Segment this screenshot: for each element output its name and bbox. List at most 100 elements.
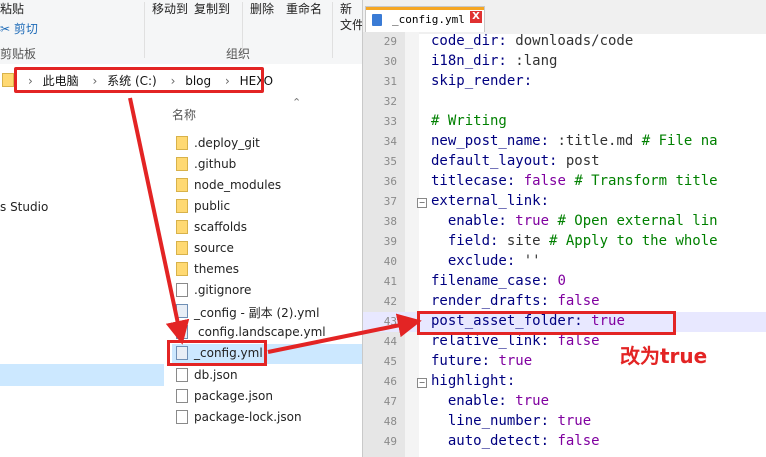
file-icon — [176, 389, 188, 403]
sort-arrow-icon: ⌃ — [292, 96, 302, 109]
move-to-button[interactable]: 移动到 — [152, 0, 188, 17]
code-token-val: '' — [515, 253, 541, 269]
line-number: 41 — [383, 275, 397, 288]
list-item[interactable]: scaffolds — [172, 218, 362, 238]
code-line[interactable]: 39 field: site # Apply to the whole — [363, 232, 766, 252]
code-line[interactable]: 29 code_dir: downloads/code — [363, 32, 766, 52]
code-text: default_layout: post — [431, 153, 600, 169]
list-item[interactable]: db.json — [172, 366, 362, 386]
code-text: field: site # Apply to the whole — [431, 233, 718, 249]
code-token-comment: # Open external lin — [549, 213, 718, 229]
column-header-name[interactable]: 名称 — [172, 106, 196, 123]
cut-label: 剪切 — [13, 22, 38, 36]
folder-icon — [176, 241, 188, 255]
code-token-key: default_layout: — [431, 153, 558, 169]
line-number: 42 — [383, 295, 397, 308]
yml-file-icon — [176, 304, 188, 318]
nav-item-studio[interactable]: s Studio — [0, 200, 48, 214]
address-bar[interactable]: › 此电脑 › 系统 (C:) › blog › HEXO — [0, 64, 362, 97]
code-line[interactable]: 46 − highlight: — [363, 372, 766, 392]
new-file-label-partial: 文件 — [340, 18, 365, 32]
cut-button[interactable]: ✂ 剪切 — [0, 20, 38, 37]
code-token-key: titlecase: — [431, 173, 516, 189]
code-token-bool: true — [557, 413, 592, 429]
explorer-ribbon: 粘贴 ✂ 剪切 剪贴板 移动到 复制到 删除 重命名 新 文件 组织 — [0, 0, 365, 65]
list-item[interactable]: source — [172, 239, 362, 259]
code-line[interactable]: 35 default_layout: post — [363, 152, 766, 172]
ribbon-divider — [144, 2, 145, 58]
tab-config-yml[interactable]: _config.yml X — [365, 6, 485, 32]
code-text: highlight: — [431, 373, 515, 389]
code-token-bool: false — [557, 293, 600, 309]
list-item[interactable]: package-lock.json — [172, 408, 362, 428]
annotation-note: 改为true — [620, 344, 708, 368]
ribbon-divider — [332, 2, 333, 58]
list-item[interactable]: node_modules — [172, 176, 362, 196]
list-item[interactable]: public — [172, 197, 362, 217]
code-line[interactable]: 38 enable: true # Open external lin — [363, 212, 766, 232]
code-text: line_number: true — [431, 413, 591, 429]
code-text: exclude: '' — [431, 253, 541, 269]
code-line[interactable]: 34 new_post_name: :title.md # File na — [363, 132, 766, 152]
copy-to-button[interactable]: 复制到 — [194, 0, 230, 17]
code-token-comment: # Writing — [431, 113, 507, 129]
code-text: code_dir: downloads/code — [431, 33, 633, 49]
list-item[interactable]: themes — [172, 260, 362, 280]
code-line[interactable]: 40 exclude: '' — [363, 252, 766, 272]
file-icon — [176, 283, 188, 297]
code-line[interactable]: 48 line_number: true — [363, 412, 766, 432]
list-item[interactable]: .gitignore — [172, 281, 362, 301]
code-text: relative_link: false — [431, 333, 600, 349]
code-line[interactable]: 47 enable: true — [363, 392, 766, 412]
code-token-val: downloads/code — [506, 33, 634, 49]
code-token-bool: false — [557, 333, 600, 349]
code-token-comment: # File na — [641, 133, 718, 149]
line-number: 40 — [383, 255, 397, 268]
code-token-val: :title.md — [549, 133, 642, 149]
paste-button[interactable]: 粘贴 — [0, 0, 24, 17]
code-line[interactable]: 30 i18n_dir: :lang — [363, 52, 766, 72]
code-token-key: line_number: — [431, 413, 550, 429]
line-number: 36 — [383, 175, 397, 188]
list-item[interactable]: package.json — [172, 387, 362, 407]
fold-toggle-icon[interactable]: − — [417, 378, 427, 388]
list-item[interactable]: _config - 副本 (2).yml — [172, 302, 362, 322]
line-number: 44 — [383, 335, 397, 348]
code-text: auto_detect: false — [431, 433, 600, 449]
code-token-val: :lang — [506, 53, 558, 69]
code-token-key: field: — [431, 233, 499, 249]
code-token-val: site — [498, 233, 550, 249]
file-icon — [176, 410, 188, 424]
delete-button[interactable]: 删除 — [250, 0, 274, 17]
code-token-bool: true — [515, 213, 550, 229]
code-line[interactable]: 32 — [363, 92, 766, 112]
code-token-key: i18n_dir: — [431, 53, 507, 69]
code-token-key: exclude: — [431, 253, 516, 269]
code-line[interactable]: 33 # Writing — [363, 112, 766, 132]
code-line[interactable]: 37 − external_link: — [363, 192, 766, 212]
code-line[interactable]: 31 skip_render: — [363, 72, 766, 92]
code-line[interactable]: 41 filename_case: 0 — [363, 272, 766, 292]
code-line[interactable]: 49 auto_detect: false — [363, 432, 766, 452]
line-number: 46 — [383, 375, 397, 388]
list-item[interactable]: .deploy_git — [172, 134, 362, 154]
code-line[interactable]: 42 render_drafts: false — [363, 292, 766, 312]
rename-button[interactable]: 重命名 — [286, 0, 322, 17]
code-token-key: enable: — [431, 393, 507, 409]
folder-icon — [176, 199, 188, 213]
code-line[interactable]: 36 titlecase: false # Transform title — [363, 172, 766, 192]
code-text: enable: true # Open external lin — [431, 213, 718, 229]
line-number: 35 — [383, 155, 397, 168]
line-number: 47 — [383, 395, 397, 408]
line-number: 31 — [383, 75, 397, 88]
tab-active-indicator — [366, 7, 484, 10]
nav-selected-row[interactable] — [0, 364, 164, 386]
code-text: new_post_name: :title.md # File na — [431, 133, 718, 149]
list-item[interactable]: .github — [172, 155, 362, 175]
line-number: 43 — [383, 315, 397, 328]
code-token-key: new_post_name: — [431, 133, 550, 149]
code-text: render_drafts: false — [431, 293, 600, 309]
close-icon[interactable]: X — [470, 11, 482, 23]
fold-toggle-icon[interactable]: − — [417, 198, 427, 208]
new-button-partial[interactable]: 新 — [340, 0, 352, 17]
